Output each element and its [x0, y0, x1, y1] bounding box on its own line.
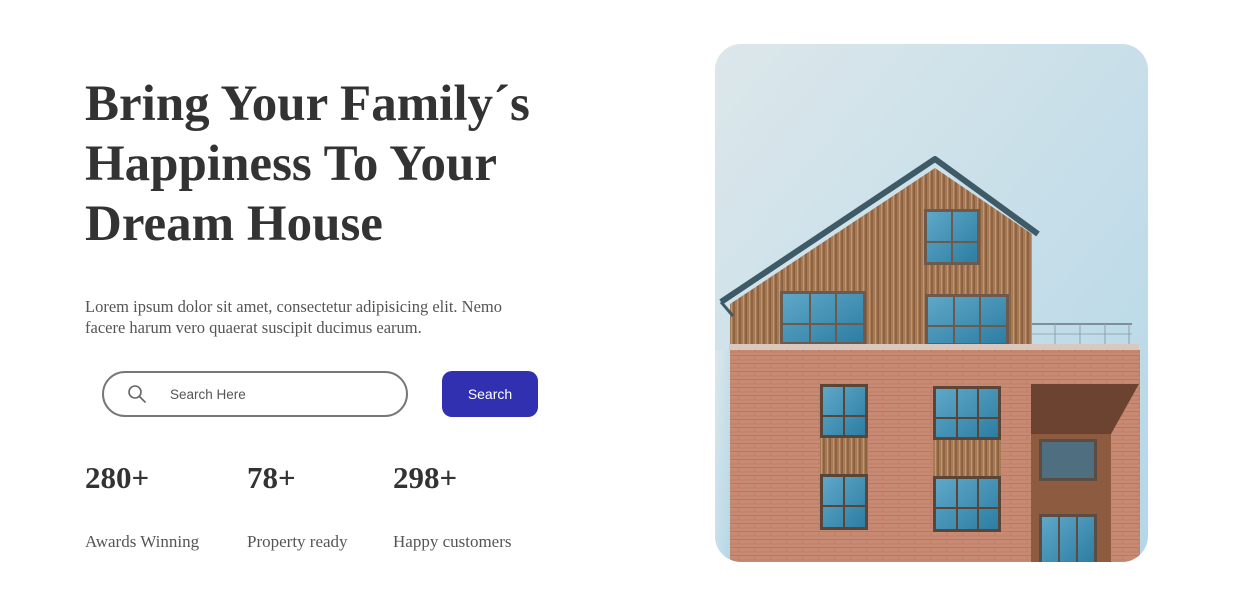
stat-label: Awards Winning [85, 532, 200, 551]
stat-label: Happy customers [393, 532, 512, 551]
hero-title-line: Dream House [85, 196, 383, 252]
stat-awards: 280+ Awards Winning [85, 460, 199, 552]
hero-title-line: Bring Your Family´s [85, 76, 530, 132]
hero-description: Lorem ipsum dolor sit amet, consectetur … [85, 297, 502, 337]
stat-label: Property ready [247, 532, 348, 551]
search-button[interactable]: Search [442, 371, 538, 417]
stat-property: 78+ Property ready [247, 460, 348, 552]
stat-value: 298+ [393, 460, 458, 495]
stat-customers: 298+ Happy customers [393, 460, 512, 552]
stat-value: 280+ [85, 460, 150, 495]
search-icon [126, 383, 148, 405]
search-input[interactable] [170, 383, 390, 405]
search-box[interactable] [102, 371, 408, 417]
house-photo [715, 44, 1148, 562]
hero-title: Bring Your Family´s Happiness To Your Dr… [85, 74, 605, 254]
stat-value: 78+ [247, 460, 296, 495]
hero-title-line: Happiness To Your [85, 136, 497, 192]
